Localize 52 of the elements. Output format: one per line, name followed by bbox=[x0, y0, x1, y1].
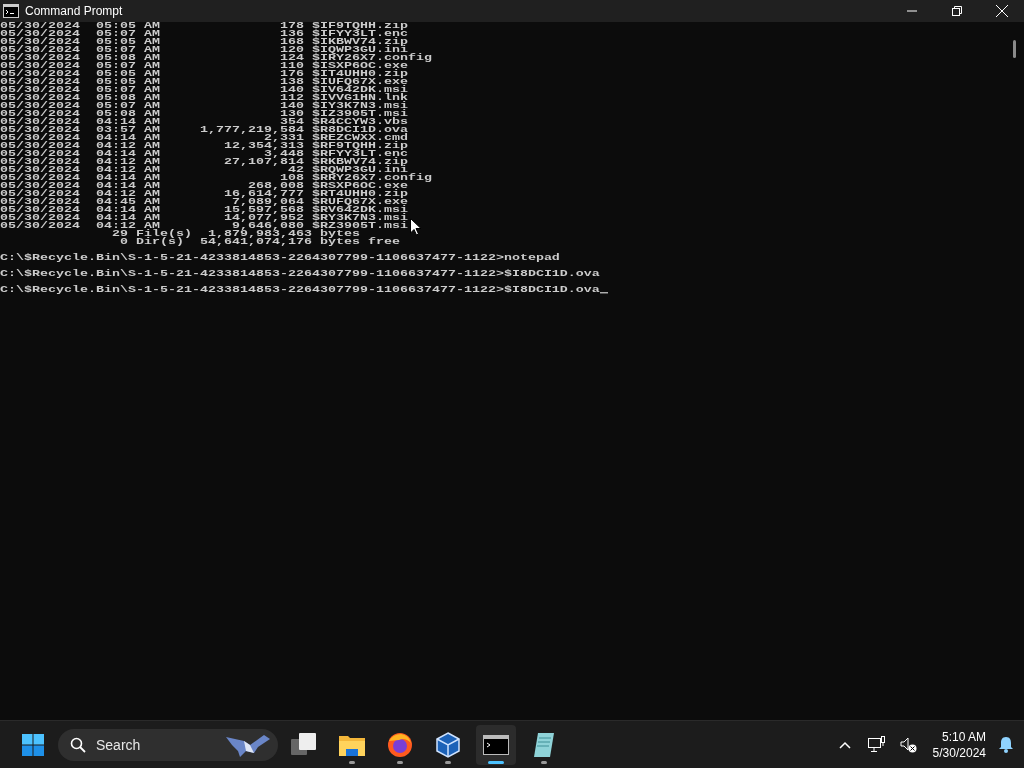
window-title: Command Prompt bbox=[25, 4, 123, 18]
console-line: 05/30/2024 04:14 AM 354 $R4CCYW3.vbs bbox=[0, 118, 409, 126]
windows-stack-icon bbox=[291, 732, 317, 757]
console-line: 05/30/2024 05:05 AM 178 $IF9TQHH.zip bbox=[0, 22, 409, 30]
console-line: 05/30/2024 05:07 AM 140 $IV642DK.msi bbox=[0, 86, 409, 94]
terminal-icon bbox=[483, 734, 509, 755]
console-line: 05/30/2024 04:12 AM 12,354,313 $RF9TQHH.zip bbox=[0, 142, 409, 150]
console-line: 05/30/2024 04:14 AM 108 $RRY26X7.config bbox=[0, 174, 433, 182]
console-line: 05/30/2024 04:14 AM 3,448 $RFYY3LT.enc bbox=[0, 150, 409, 158]
network-icon bbox=[867, 735, 886, 754]
console-line: 05/30/2024 05:07 AM 120 $IQWP3GU.ini bbox=[0, 46, 408, 54]
console-line: 05/30/2024 05:07 AM 140 $IY3K7N3.msi bbox=[0, 102, 409, 110]
browser-icon bbox=[387, 731, 413, 758]
chevron-up-icon bbox=[838, 740, 851, 749]
prompt-line: C:\$Recycle.Bin\S-1-5-21-4233814853-2264307799-1106637477-1122>$I8DCI1D.ova bbox=[0, 270, 600, 278]
console-line: 05/30/2024 05:07 AM 136 $IFYY3LT.enc bbox=[0, 30, 409, 38]
prompt-line: C:\$Recycle.Bin\S-1-5-21-4233814853-2264307799-1106637477-1122>notepad bbox=[0, 254, 560, 262]
console-line: 05/30/2024 05:05 AM 138 $IUFQ67X.exe bbox=[0, 78, 409, 86]
console-line: 05/30/2024 05:07 AM 110 $ISXP6OC.exe bbox=[0, 62, 408, 70]
search-icon bbox=[70, 736, 86, 753]
speaker-muted-icon bbox=[899, 735, 918, 754]
prompt-line: C:\$Recycle.Bin\S-1-5-21-4233814853-2264307799-1106637477-1122>$I8DCI1D.ova bbox=[0, 286, 600, 294]
console-line: 05/30/2024 04:12 AM 42 $RQWP3GU.ini bbox=[0, 166, 408, 174]
console-line: 05/30/2024 03:57 AM 1,777,219,584 $R8DCI1D.ova bbox=[0, 126, 409, 134]
notepad-icon bbox=[533, 731, 555, 758]
console-line: 05/30/2024 04:14 AM 15,597,568 $RV642DK.msi bbox=[0, 206, 409, 214]
folder-icon bbox=[339, 733, 365, 756]
console-line: 05/30/2024 05:08 AM 130 $IZ3905T.msi bbox=[0, 110, 409, 118]
mouse-pointer-icon bbox=[410, 218, 422, 236]
console-line: 05/30/2024 05:05 AM 168 $IKBWV74.zip bbox=[0, 38, 409, 46]
terminal-app-button[interactable] bbox=[476, 724, 516, 765]
terminal-icon bbox=[3, 4, 19, 18]
console-line: 05/30/2024 05:08 AM 112 $IVVG1HN.lnk bbox=[0, 94, 409, 102]
bell-icon[interactable] bbox=[998, 736, 1014, 753]
search-field[interactable]: Search bbox=[94, 735, 224, 754]
search-bar[interactable]: Search bbox=[58, 728, 278, 761]
console-line: 0 Dir(s) 54,641,074,176 bytes free bbox=[118, 238, 401, 246]
console-line: 05/30/2024 04:12 AM 16,614,777 $RT4UHH0.zip bbox=[0, 190, 409, 198]
console-line: 05/30/2024 05:05 AM 176 $IT4UHH0.zip bbox=[0, 70, 409, 78]
close-icon bbox=[995, 5, 1008, 17]
restore-icon bbox=[951, 6, 962, 16]
console-line: 29 File(s) 1,879,983,463 bytes bbox=[110, 230, 360, 238]
console-line: 05/30/2024 04:45 AM 7,089,064 $RUFQ67X.exe bbox=[0, 198, 409, 206]
cube-icon bbox=[436, 731, 460, 758]
console-line: 05/30/2024 05:08 AM 124 $IRY26X7.config bbox=[0, 54, 433, 62]
console-line: 05/30/2024 04:14 AM 268,008 $RSXP6OC.exe bbox=[0, 182, 408, 190]
clock-button[interactable]: 5:10 AM 5/30/2024 bbox=[926, 728, 992, 761]
console-line: 05/30/2024 04:14 AM 14,077,952 $RY3K7N3.msi bbox=[0, 214, 409, 222]
console-line: 05/30/2024 04:12 AM 27,107,814 $RKBWV74.zip bbox=[0, 158, 409, 166]
scrollbar-thumb[interactable] bbox=[1013, 40, 1016, 58]
console-line: 05/30/2024 04:12 AM 9,646,080 $RZ3905T.msi bbox=[0, 222, 409, 230]
console-line: 05/30/2024 04:14 AM 2,331 $REZCWXX.cmd bbox=[0, 134, 409, 142]
